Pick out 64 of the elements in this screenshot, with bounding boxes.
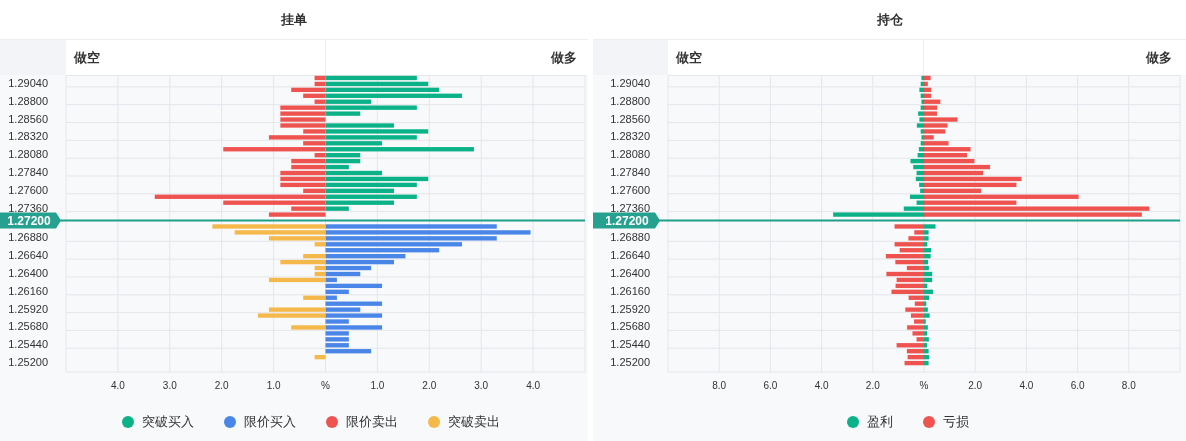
axis-tick-label: % [919, 380, 929, 391]
panel-title: 挂单 [281, 10, 307, 29]
axis-tick-label: 4.0 [526, 380, 541, 391]
long-side-label: 做多 [1146, 48, 1172, 67]
price-axis-label: 1.28080 [8, 148, 48, 161]
long-side-label: 做多 [551, 48, 577, 67]
price-axis-label: 1.26640 [610, 249, 650, 262]
price-axis-label: 1.25440 [8, 338, 48, 351]
price-axis-label: 1.28560 [610, 112, 650, 125]
axis-tick-label: 4.0 [1019, 380, 1034, 391]
legend-label: 限价买入 [243, 413, 296, 431]
price-axis-label: 1.28080 [610, 148, 650, 161]
axis-tick-label: 2.0 [968, 380, 983, 391]
axis-tick-label: 2.0 [865, 380, 880, 391]
current-price-tag: 1.27200 [593, 212, 660, 229]
price-axis-label: 1.25200 [8, 356, 48, 369]
price-axis-label: 1.27840 [8, 166, 48, 178]
price-axis-label: 1.27360 [610, 201, 650, 214]
axis-tick-label: 2.0 [422, 380, 437, 391]
price-axis-label: 1.25920 [610, 302, 650, 315]
price-axis-label: 1.26400 [610, 267, 650, 279]
price-axis-label: 1.29040 [8, 76, 48, 89]
axis-tick-label: 4.0 [110, 380, 125, 391]
price-axis-label: 1.25440 [610, 338, 650, 351]
axis-tick-label: 1.0 [266, 380, 281, 391]
price-axis-label: 1.27840 [610, 166, 650, 178]
axis-tick-label: 8.0 [712, 380, 727, 391]
price-axis-label: 1.26880 [610, 231, 650, 244]
axis-tick-label: 3.0 [162, 380, 177, 391]
axis-tick-label: 8.0 [1121, 380, 1136, 391]
price-axis-label: 1.27600 [610, 183, 650, 196]
price-axis-label: 1.28800 [610, 94, 650, 107]
price-axis-label: 1.26640 [8, 249, 48, 262]
price-axis-label: 1.26400 [8, 267, 48, 279]
price-axis-label: 1.29040 [610, 76, 650, 89]
short-side-label: 做空 [74, 48, 100, 67]
price-axis-label: 1.27600 [8, 183, 48, 196]
axis-tick-label: 6.0 [1070, 380, 1085, 391]
axis-tick-label: 2.0 [214, 380, 229, 391]
current-price-tag: 1.27200 [0, 212, 61, 229]
axis-tick-label: 3.0 [474, 380, 489, 391]
price-axis-label: 1.26160 [610, 284, 650, 297]
price-axis-label: 1.28560 [8, 112, 48, 125]
price-axis-label: 1.25200 [610, 356, 650, 369]
price-axis-label: 1.28320 [610, 130, 650, 143]
legend-label: 亏损 [943, 413, 970, 431]
panel-title: 持仓 [876, 10, 903, 29]
legend-label: 突破买入 [141, 413, 194, 431]
legend-label: 盈利 [867, 413, 894, 431]
short-side-label: 做空 [676, 48, 702, 67]
legend-label: 限价卖出 [345, 413, 398, 431]
price-axis-label: 1.25680 [8, 320, 48, 333]
axis-tick-label: 1.0 [370, 380, 385, 391]
price-axis-label: 1.28800 [8, 94, 48, 107]
price-axis-label: 1.27360 [8, 201, 48, 214]
price-axis-label: 1.28320 [8, 130, 48, 143]
price-axis-label: 1.26880 [8, 231, 48, 244]
axis-tick-label: % [321, 380, 330, 391]
legend-label: 突破卖出 [447, 413, 500, 431]
axis-tick-label: 6.0 [763, 380, 778, 391]
price-axis-label: 1.25920 [8, 302, 48, 315]
price-axis-label: 1.26160 [8, 284, 48, 297]
axis-tick-label: 4.0 [814, 380, 829, 391]
price-axis-label: 1.25680 [610, 320, 650, 333]
